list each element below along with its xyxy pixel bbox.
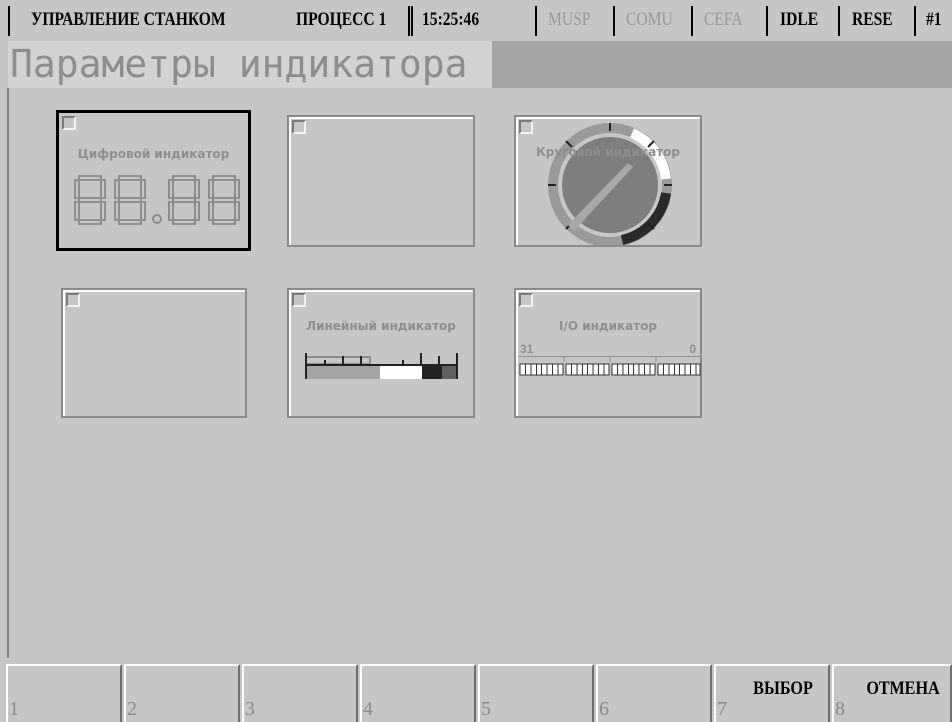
status-separator [691,6,693,36]
status-separator [766,6,768,36]
circular-gauge-icon [548,123,672,245]
clock: 15:25:46 [422,9,480,30]
softkey-number: 6 [599,698,609,720]
channel-indicator: #1 [926,9,942,30]
tile-circular-indicator[interactable]: Круговой индикатор [514,115,702,247]
softkey-number: 4 [363,698,373,720]
tile-checkbox[interactable] [66,293,80,307]
io-bit-low-label: 0 [689,342,696,356]
softkey-number: 1 [9,698,19,720]
tile-frame [289,117,473,245]
softkey-number: 2 [127,698,137,720]
tile-checkbox[interactable] [292,293,306,307]
tile-label: Линейный индикатор [306,319,456,333]
linear-bar-gauge-icon [305,353,458,379]
status-separator [535,6,537,36]
process-indicator: ПРОЦЕСС 1 [296,9,387,30]
status-separator [838,6,840,36]
tile-digital-indicator[interactable]: Цифровой индикатор [56,110,251,251]
flag-musp: MUSP [548,9,591,30]
tile-checkbox[interactable] [519,293,533,307]
softkey-1[interactable]: 1 [6,664,122,722]
softkey-3[interactable]: 3 [242,664,358,722]
state-indicator: IDLE [780,9,819,30]
softkey-number: 5 [481,698,491,720]
reset-indicator: RESE [852,9,893,30]
softkey-2[interactable]: 2 [124,664,240,722]
flag-cefa: CEFA [704,9,743,30]
tile-linear-indicator[interactable]: Линейный индикатор [287,288,475,418]
softkey-label: ОТМЕНА [866,678,940,699]
seven-segment-display-icon [74,175,240,225]
softkey-number: 7 [717,698,727,720]
panel-border [7,88,9,658]
io-bit-high-label: 31 [520,342,534,356]
tile-checkbox[interactable] [519,120,533,134]
tile-empty[interactable] [287,115,475,247]
status-separator [914,6,916,36]
tile-checkbox[interactable] [292,120,306,134]
title-box: Параметры индикатора [8,41,492,88]
softkey-bar: 1 2 3 4 5 6 7 ВЫБОР 8 ОТМЕНА [0,664,952,722]
softkey-number: 3 [245,698,255,720]
softkey-select[interactable]: 7 ВЫБОР [714,664,830,722]
tile-label: I/O индикатор [558,319,658,333]
flag-comu: COMU [626,9,673,30]
softkey-6[interactable]: 6 [596,664,712,722]
title-bar: Параметры индикатора [8,41,952,88]
status-separator [408,6,413,36]
tile-frame [516,290,700,416]
status-separator [613,6,615,36]
page-title: Параметры индикатора [10,42,468,86]
tile-empty[interactable] [61,288,247,418]
mode-indicator: УПРАВЛЕНИЕ СТАНКОМ [31,9,226,30]
tile-frame [63,290,245,416]
tile-label: Цифровой индикатор [77,147,230,161]
softkey-4[interactable]: 4 [360,664,476,722]
softkey-number: 8 [835,698,845,720]
softkey-label: ВЫБОР [753,678,813,699]
status-bar: УПРАВЛЕНИЕ СТАНКОМ ПРОЦЕСС 1 15:25:46 MU… [0,0,952,40]
status-separator [8,6,10,36]
tile-label: Круговой индикатор [536,145,680,159]
softkey-cancel[interactable]: 8 ОТМЕНА [832,664,952,722]
tile-io-indicator[interactable]: I/O индикатор 31 0 [514,288,702,418]
tile-checkbox[interactable] [62,116,76,130]
io-bits-icon [519,356,701,376]
softkey-5[interactable]: 5 [478,664,594,722]
